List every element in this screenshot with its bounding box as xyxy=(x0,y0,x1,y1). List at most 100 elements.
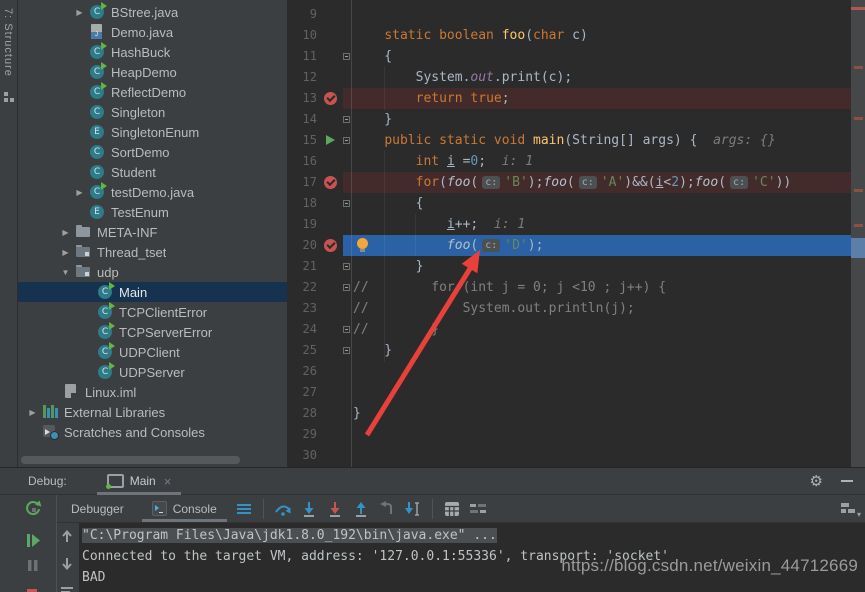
fold-marker-icon[interactable] xyxy=(343,263,350,270)
run-to-cursor-icon[interactable] xyxy=(402,498,424,520)
gutter-icons[interactable] xyxy=(319,277,343,298)
fold-marker-icon[interactable] xyxy=(343,326,350,333)
gutter-icons[interactable] xyxy=(319,88,343,109)
tree-item-udpclient[interactable]: C UDPClient xyxy=(18,342,287,362)
code-text[interactable]: } xyxy=(343,109,851,130)
tree-horizontal-scrollbar[interactable] xyxy=(21,456,240,464)
code-text[interactable] xyxy=(343,361,851,382)
step-out-icon[interactable] xyxy=(350,498,372,520)
gutter-icons[interactable] xyxy=(319,403,343,424)
up-arrow-icon[interactable] xyxy=(60,529,74,549)
code-editor[interactable]: 9 10 static boolean foo(char c) 11 {12 Sys… xyxy=(287,0,865,467)
code-text[interactable]: // } xyxy=(343,319,851,340)
step-into-icon[interactable] xyxy=(298,498,320,520)
tree-item-student[interactable]: C Student xyxy=(18,162,287,182)
code-text[interactable] xyxy=(343,382,851,403)
force-step-into-icon[interactable] xyxy=(324,498,346,520)
step-over-icon[interactable] xyxy=(272,498,294,520)
tree-item-demo-java[interactable]: Demo.java xyxy=(18,22,287,42)
code-text[interactable]: // for (int j = 0; j <10 ; j++) { xyxy=(343,277,851,298)
fold-marker-icon[interactable] xyxy=(343,116,350,123)
chevron-collapsed-icon[interactable]: ▶ xyxy=(70,188,89,197)
chevron-collapsed-icon[interactable]: ▶ xyxy=(56,248,75,257)
code-text[interactable]: } xyxy=(343,340,851,361)
rerun-icon[interactable] xyxy=(25,499,42,521)
code-text[interactable]: } xyxy=(343,403,851,424)
evaluate-expression-icon[interactable] xyxy=(441,498,463,520)
structure-toolwindow-button[interactable]: 7: Structure xyxy=(2,8,14,77)
tree-item-reflectdemo[interactable]: C ReflectDemo xyxy=(18,82,287,102)
tab-console[interactable]: Console xyxy=(138,495,231,522)
gutter-icons[interactable] xyxy=(319,382,343,403)
chevron-collapsed-icon[interactable]: ▶ xyxy=(70,8,89,17)
code-text[interactable]: { xyxy=(343,46,851,67)
gutter-icons[interactable] xyxy=(319,4,343,25)
chevron-collapsed-icon[interactable]: ▶ xyxy=(23,408,42,417)
tree-item-udpserver[interactable]: C UDPServer xyxy=(18,362,287,382)
gutter-icons[interactable] xyxy=(319,193,343,214)
gutter-icons[interactable] xyxy=(319,445,343,466)
tree-item-tcpservererror[interactable]: C TCPServerError xyxy=(18,322,287,342)
gutter-icons[interactable] xyxy=(319,424,343,445)
tree-item-singletonenum[interactable]: E SingletonEnum xyxy=(18,122,287,142)
tree-item-heapdemo[interactable]: C HeapDemo xyxy=(18,62,287,82)
chevron-collapsed-icon[interactable]: ▶ xyxy=(56,228,75,237)
breakpoint-icon[interactable] xyxy=(324,176,337,189)
gutter-icons[interactable] xyxy=(319,214,343,235)
gutter-icons[interactable] xyxy=(319,361,343,382)
fold-marker-icon[interactable] xyxy=(343,347,350,354)
tree-item-testdemo-java[interactable]: ▶ CtestDemo.java xyxy=(18,182,287,202)
code-text[interactable]: i++; i: 1 xyxy=(343,214,851,235)
tree-item-hashbuck[interactable]: C HashBuck xyxy=(18,42,287,62)
gutter-icons[interactable] xyxy=(319,298,343,319)
tree-item-bstree-java[interactable]: ▶ C BStree.java xyxy=(18,2,287,22)
code-text[interactable] xyxy=(343,445,851,466)
gutter-icons[interactable] xyxy=(319,67,343,88)
gear-icon[interactable]: ⚙ xyxy=(810,472,823,490)
code-text[interactable]: int i =0; i: 1 xyxy=(343,151,851,172)
gutter-icons[interactable] xyxy=(319,340,343,361)
tree-item-meta-inf[interactable]: ▶ META-INF xyxy=(18,222,287,242)
editor-error-stripe[interactable] xyxy=(851,0,865,467)
tree-item-main[interactable]: C Main xyxy=(18,282,287,302)
code-text[interactable]: return true; xyxy=(343,88,851,109)
code-text[interactable]: foo(c: 'D'); xyxy=(343,235,851,256)
tree-item-sortdemo[interactable]: C SortDemo xyxy=(18,142,287,162)
restore-layout-icon[interactable] xyxy=(233,498,255,520)
tree-item-testenum[interactable]: E TestEnum xyxy=(18,202,287,222)
drop-frame-icon[interactable] xyxy=(376,498,398,520)
code-text[interactable] xyxy=(343,424,851,445)
tree-item-linux-iml[interactable]: Linux.iml xyxy=(18,382,287,402)
breakpoint-icon[interactable] xyxy=(324,92,337,105)
tab-debugger[interactable]: Debugger xyxy=(57,495,138,522)
gutter-icons[interactable] xyxy=(319,130,343,151)
settings-rows-icon[interactable] xyxy=(467,498,489,520)
fold-marker-icon[interactable] xyxy=(343,137,350,144)
tree-item-singleton[interactable]: C Singleton xyxy=(18,102,287,122)
hide-panel-icon[interactable] xyxy=(841,480,853,482)
gutter-icons[interactable] xyxy=(319,319,343,340)
gutter-icons[interactable] xyxy=(319,46,343,67)
code-text[interactable] xyxy=(343,4,851,25)
code-text[interactable]: static boolean foo(char c) xyxy=(343,25,851,46)
close-icon[interactable]: × xyxy=(164,474,172,489)
layout-settings-icon[interactable] xyxy=(841,503,861,519)
intention-bulb-icon[interactable] xyxy=(357,238,368,252)
debug-session-tab[interactable]: Main × xyxy=(96,468,181,495)
gutter-icons[interactable] xyxy=(319,172,343,193)
tree-item-udp[interactable]: ▼ udp xyxy=(18,262,287,282)
code-text[interactable]: System.out.print(c); xyxy=(343,67,851,88)
gutter-icons[interactable] xyxy=(319,109,343,130)
gutter-icons[interactable] xyxy=(319,25,343,46)
run-method-icon[interactable] xyxy=(326,135,335,145)
code-text[interactable]: { xyxy=(343,193,851,214)
chevron-expanded-icon[interactable]: ▼ xyxy=(56,268,75,277)
code-text[interactable]: for(foo(c: 'B');foo(c: 'A')&&(i<2);foo(c: '… xyxy=(343,172,851,193)
soft-wrap-icon[interactable] xyxy=(60,583,74,592)
resume-icon[interactable] xyxy=(26,533,41,553)
tree-item-thread-tset[interactable]: ▶ Thread_tset xyxy=(18,242,287,262)
code-text[interactable]: } xyxy=(343,256,851,277)
pause-icon[interactable] xyxy=(26,559,39,577)
fold-marker-icon[interactable] xyxy=(343,200,350,207)
tree-item-scratches-and-consoles[interactable]: Scratches and Consoles xyxy=(18,422,287,442)
